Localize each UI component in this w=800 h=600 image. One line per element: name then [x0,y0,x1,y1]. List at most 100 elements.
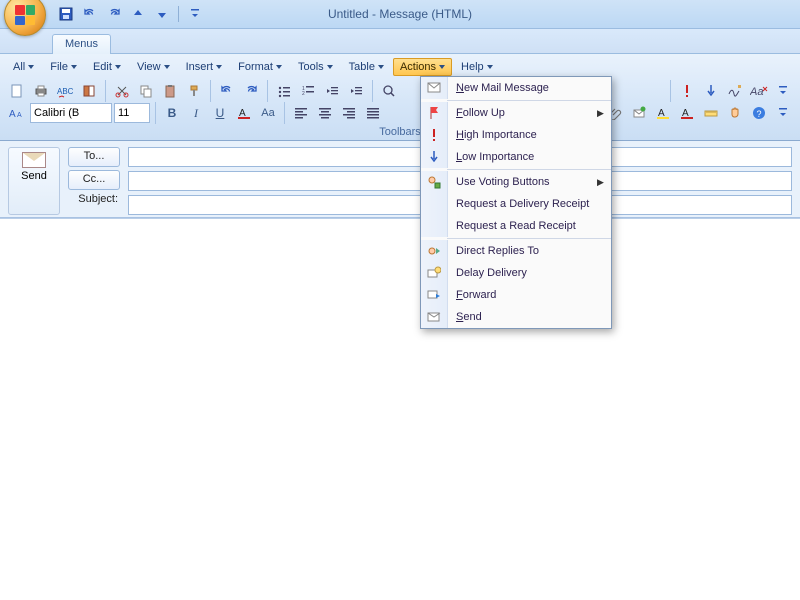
menu-insert[interactable]: Insert [179,58,230,76]
format-painter-button[interactable] [183,80,205,102]
menu-item-voting[interactable]: Use Voting Buttons▶ [421,171,611,193]
menu-view[interactable]: View [130,58,177,76]
message-body[interactable] [0,218,800,599]
arrow-down-icon [156,8,168,20]
copy-button[interactable] [135,80,157,102]
change-case-button[interactable]: Aa [257,102,279,124]
separator [447,169,611,170]
font-dialog-button[interactable]: AA [6,102,28,124]
menu-table[interactable]: Table [342,58,391,76]
menu-file-label: File [50,61,68,73]
to-button[interactable]: To... [68,147,120,167]
send-button[interactable]: Send [8,147,60,215]
qat-customize-button[interactable] [185,4,205,24]
spelling-button[interactable]: ABC [54,80,76,102]
menu-label: Delay Delivery [448,267,597,279]
menu-tools[interactable]: Tools [291,58,340,76]
importance-high-button[interactable] [676,80,698,102]
subject-label: Subject: [68,193,118,205]
separator [372,80,373,102]
book-icon [82,84,96,98]
help-button[interactable]: ? [748,102,770,124]
font-name-input[interactable] [30,103,112,123]
menu-item-new-mail[interactable]: New Mail Message [421,77,611,99]
previous-button[interactable] [128,4,148,24]
cut-button[interactable] [111,80,133,102]
justify-button[interactable] [362,102,384,124]
menu-all[interactable]: All [6,58,41,76]
undo-icon [220,84,234,98]
svg-text:A: A [17,112,22,119]
menu-item-follow-up[interactable]: Follow Up▶ [421,102,611,124]
separator [105,80,106,102]
font-color-icon: A [680,106,694,120]
decrease-indent-button[interactable] [321,80,343,102]
undo-button[interactable] [80,4,100,24]
menu-edit[interactable]: Edit [86,58,128,76]
importance-low-button[interactable] [700,80,722,102]
numbering-button[interactable]: 12 [297,80,319,102]
menu-item-high-importance[interactable]: High Importance [421,124,611,146]
bold-button[interactable]: B [161,102,183,124]
options-button[interactable] [724,102,746,124]
svg-text:Aa: Aa [750,86,763,98]
redo-button[interactable] [104,4,124,24]
menu-item-delivery-receipt[interactable]: Request a Delivery Receipt [421,193,611,215]
zoom-button[interactable] [378,80,400,102]
align-right-button[interactable] [338,102,360,124]
research-button[interactable] [78,80,100,102]
compose-header: Send To... Cc... Subject: [0,141,800,218]
quick-access-toolbar [56,4,205,24]
menu-file[interactable]: File [43,58,84,76]
save-button[interactable] [56,4,76,24]
menu-bar: All File Edit View Insert Format Tools T… [6,58,794,76]
font-color2-button[interactable]: A [676,102,698,124]
svg-text:A: A [9,109,16,120]
italic-button[interactable]: I [185,102,207,124]
magnifier-icon [382,84,396,98]
new-button[interactable] [6,80,28,102]
menu-label: Send [448,311,597,323]
increase-indent-button[interactable] [345,80,367,102]
menu-format[interactable]: Format [231,58,289,76]
menu-help-label: Help [461,61,484,73]
insert-item-button[interactable] [628,102,650,124]
next-button[interactable] [152,4,172,24]
clear-format-icon: Aa [750,84,768,98]
bullets-button[interactable] [273,80,295,102]
menu-item-delay-delivery[interactable]: Delay Delivery [421,262,611,284]
menu-item-direct-replies[interactable]: Direct Replies To [421,240,611,262]
redo-icon [244,84,258,98]
paste-button[interactable] [159,80,181,102]
print-button[interactable] [30,80,52,102]
title-bar: Untitled - Message (HTML) [0,0,800,29]
menu-help[interactable]: Help [454,58,500,76]
change-case-icon: Aa [261,107,274,119]
redo-tb-button[interactable] [240,80,262,102]
highlight-button[interactable]: A [652,102,674,124]
menu-table-label: Table [349,61,375,73]
tab-menus[interactable]: Menus [52,34,111,54]
separator [284,102,285,124]
toolbar-overflow-button[interactable] [772,80,794,102]
align-center-icon [318,106,332,120]
toolbar-overflow2-button[interactable] [772,102,794,124]
menu-actions[interactable]: Actions [393,58,452,76]
undo-icon [83,7,97,21]
font-size-input[interactable] [114,103,150,123]
highlight-icon: A [656,106,670,120]
align-left-button[interactable] [290,102,312,124]
font-color-button[interactable]: A [233,102,255,124]
clear-format-button[interactable]: Aa [748,80,770,102]
menu-item-forward[interactable]: Forward [421,284,611,306]
align-center-button[interactable] [314,102,336,124]
undo-tb-button[interactable] [216,80,238,102]
menu-item-read-receipt[interactable]: Request a Read Receipt [421,215,611,237]
signature-button[interactable] [724,80,746,102]
cc-button[interactable]: Cc... [68,170,120,190]
separator [670,80,671,102]
underline-button[interactable]: U [209,102,231,124]
menu-item-low-importance[interactable]: Low Importance [421,146,611,168]
menu-item-send[interactable]: Send [421,306,611,328]
ruler-button[interactable] [700,102,722,124]
